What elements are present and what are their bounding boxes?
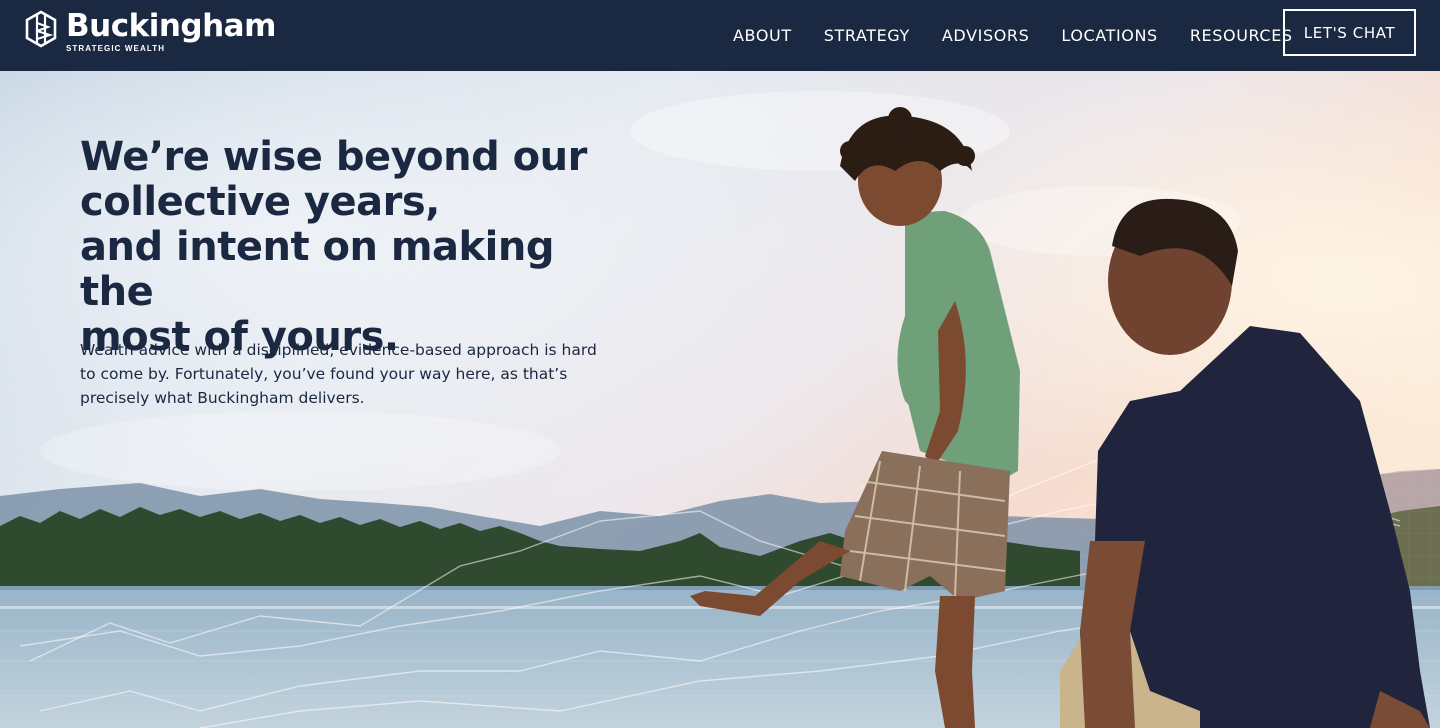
hero-headline: We’re wise beyond our collective years, … [80,135,600,360]
hero-section: We’re wise beyond our collective years, … [0,71,1440,728]
lets-chat-button[interactable]: LET'S CHAT [1283,9,1416,56]
nav-item-locations[interactable]: LOCATIONS [1061,26,1157,45]
nav-item-strategy[interactable]: STRATEGY [824,26,910,45]
brand-tagline: STRATEGIC WEALTH [66,44,166,53]
headline-line: collective years, [80,179,440,225]
hero-body-text: Wealth advice with a disciplined, eviden… [80,341,597,407]
buckingham-hexagon-mark-icon [25,10,57,48]
headline-line: and intent on making the [80,224,554,315]
headline-line: We’re wise beyond our [80,134,587,180]
nav-item-advisors[interactable]: ADVISORS [942,26,1029,45]
nav-item-about[interactable]: ABOUT [733,26,792,45]
main-nav: ABOUT STRATEGY ADVISORS LOCATIONS RESOUR… [733,0,1293,71]
brand-name: Buckingham [66,8,276,44]
brand-wordmark: Buckingham STRATEGIC WEALTH [66,10,276,53]
site-header: Buckingham STRATEGIC WEALTH ABOUT STRATE… [0,0,1440,71]
brand-logo[interactable]: Buckingham STRATEGIC WEALTH [24,10,276,53]
nav-item-resources[interactable]: RESOURCES [1190,26,1293,45]
